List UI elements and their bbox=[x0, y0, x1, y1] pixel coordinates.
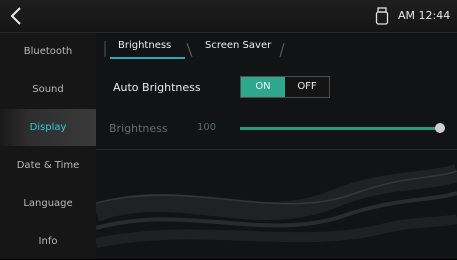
tab-separator bbox=[279, 42, 285, 57]
display-settings-panel: Brightness Screen Saver Auto Brightness … bbox=[96, 33, 457, 259]
slider-fill bbox=[240, 127, 440, 130]
brightness-value: 100 bbox=[197, 122, 217, 133]
sidebar-item-display[interactable]: Display bbox=[0, 109, 96, 146]
divider bbox=[96, 149, 457, 150]
chevron-left-icon bbox=[10, 7, 21, 25]
tab-separator bbox=[104, 41, 106, 57]
brightness-slider[interactable] bbox=[240, 123, 445, 133]
brightness-row: Brightness 100 bbox=[96, 111, 457, 147]
back-button[interactable] bbox=[2, 2, 32, 30]
brightness-label: Brightness bbox=[109, 122, 168, 135]
toggle-on-button[interactable]: ON bbox=[241, 77, 285, 97]
auto-brightness-row: Auto Brightness ON OFF bbox=[96, 71, 457, 105]
tab-screen-saver[interactable]: Screen Saver bbox=[205, 37, 271, 55]
settings-sidebar: Bluetooth Sound Display Date & Time Lang… bbox=[0, 33, 96, 259]
auto-brightness-label: Auto Brightness bbox=[113, 81, 201, 94]
sidebar-item-info[interactable]: Info bbox=[0, 223, 96, 260]
clock: AM 12:44 bbox=[398, 9, 451, 22]
usb-drive-icon bbox=[375, 7, 389, 25]
background-waves bbox=[96, 164, 457, 248]
tab-selected-indicator bbox=[110, 57, 185, 59]
tab-separator bbox=[186, 42, 193, 57]
slider-thumb[interactable] bbox=[435, 123, 445, 133]
tab-bar: Brightness Screen Saver bbox=[104, 37, 294, 59]
sidebar-item-bluetooth[interactable]: Bluetooth bbox=[0, 33, 96, 70]
sidebar-item-date-time[interactable]: Date & Time bbox=[0, 147, 96, 184]
toggle-off-button[interactable]: OFF bbox=[285, 77, 329, 97]
tab-brightness[interactable]: Brightness bbox=[118, 37, 171, 55]
auto-brightness-toggle: ON OFF bbox=[240, 76, 330, 98]
status-bar: AM 12:44 bbox=[0, 0, 457, 33]
settings-screen: AM 12:44 Bluetooth Sound Display Date & … bbox=[0, 0, 457, 259]
sidebar-item-sound[interactable]: Sound bbox=[0, 71, 96, 108]
sidebar-item-language[interactable]: Language bbox=[0, 185, 96, 222]
